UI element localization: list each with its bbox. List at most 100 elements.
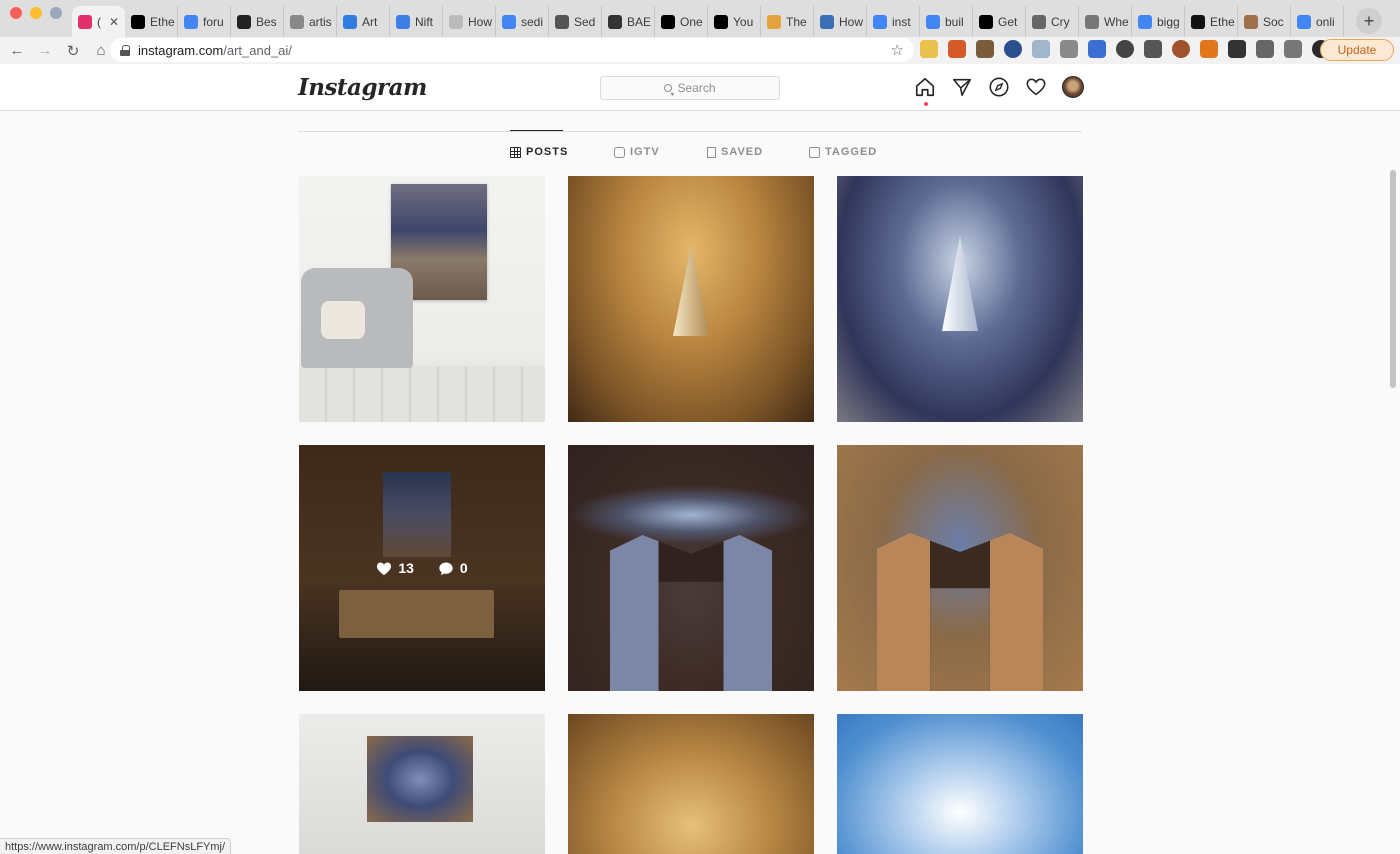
extension-icon[interactable] xyxy=(948,40,966,58)
activity-heart-icon[interactable] xyxy=(1025,76,1047,98)
browser-tab[interactable]: How xyxy=(814,6,867,37)
reload-icon[interactable]: ↻ xyxy=(62,42,84,60)
browser-tab-label: buil xyxy=(945,14,964,29)
browser-tab[interactable]: artis xyxy=(284,6,337,37)
extension-icon[interactable] xyxy=(920,40,938,58)
post-thumbnail[interactable] xyxy=(568,176,814,422)
minimize-window-button[interactable] xyxy=(30,6,42,19)
browser-tab[interactable]: Cry xyxy=(1026,6,1079,37)
close-window-button[interactable] xyxy=(10,6,22,19)
browser-tab[interactable]: sedi xyxy=(496,6,549,37)
browser-tab[interactable]: Whe xyxy=(1079,6,1132,37)
extension-icon[interactable] xyxy=(1172,40,1190,58)
extension-icons xyxy=(920,40,1330,58)
notification-dot xyxy=(924,102,928,106)
search-input[interactable]: Search xyxy=(600,76,780,100)
browser-tab-label: How xyxy=(839,14,864,29)
tab-saved[interactable]: SAVED xyxy=(707,146,763,158)
browser-tab[interactable]: Bes xyxy=(231,6,284,37)
metamask-icon[interactable] xyxy=(1200,40,1218,58)
address-bar[interactable]: instagram.com/art_and_ai/ ☆ xyxy=(110,38,914,62)
tab-saved-label: SAVED xyxy=(721,146,764,158)
comment-bubble-icon xyxy=(439,562,453,575)
post-thumbnail[interactable] xyxy=(568,714,814,854)
tab-close-icon[interactable]: ✕ xyxy=(109,15,119,29)
instagram-logo[interactable]: Instagram xyxy=(298,74,427,101)
forward-icon[interactable]: → xyxy=(34,42,56,59)
post-thumbnail[interactable] xyxy=(837,176,1083,422)
extension-icon[interactable] xyxy=(1116,40,1134,58)
browser-tab[interactable]: How xyxy=(443,6,496,37)
browser-tab[interactable]: The xyxy=(761,6,814,37)
tab-igtv-label: IGTV xyxy=(630,146,660,158)
bookmark-icon xyxy=(707,146,716,158)
profile-avatar[interactable] xyxy=(1062,76,1084,98)
home-icon[interactable]: ⌂ xyxy=(90,42,112,59)
extension-icon[interactable] xyxy=(1088,40,1106,58)
post-thumbnail[interactable]: 13 0 xyxy=(299,445,545,691)
browser-tab[interactable]: Get xyxy=(973,6,1026,37)
cushion-image xyxy=(321,301,365,339)
browser-tab[interactable]: Ethe xyxy=(1185,6,1238,37)
direct-message-icon[interactable] xyxy=(951,76,973,98)
tab-favicon-icon xyxy=(1085,14,1099,29)
browser-tab-label: Art xyxy=(362,14,378,29)
browser-tab[interactable]: One xyxy=(655,6,708,37)
back-icon[interactable]: ← xyxy=(6,42,28,59)
url-host: instagram.com xyxy=(138,42,224,58)
building-image xyxy=(610,535,772,691)
browser-tab-label: inst xyxy=(892,14,911,29)
browser-tab[interactable]: You xyxy=(708,6,761,37)
bookmark-star-icon[interactable]: ☆ xyxy=(891,41,904,59)
tab-tagged[interactable]: TAGGED xyxy=(809,146,877,158)
extension-icon[interactable] xyxy=(1144,40,1162,58)
extension-icon[interactable] xyxy=(1060,40,1078,58)
browser-tab[interactable]: onli xyxy=(1291,6,1344,37)
post-thumbnail[interactable] xyxy=(568,445,814,691)
browser-tab[interactable]: Soc xyxy=(1238,6,1291,37)
new-tab-button[interactable]: + xyxy=(1356,8,1382,34)
tab-posts[interactable]: POSTS xyxy=(510,146,568,158)
browser-tab[interactable]: Ethe xyxy=(125,6,178,37)
tab-posts-label: POSTS xyxy=(526,146,569,158)
tab-favicon-icon xyxy=(184,14,198,29)
browser-tab[interactable]: buil xyxy=(920,6,973,37)
framed-artwork-image xyxy=(367,736,473,822)
browser-tab[interactable]: inst xyxy=(867,6,920,37)
post-thumbnail[interactable] xyxy=(837,714,1083,854)
tagged-person-icon xyxy=(809,146,820,158)
floor-image xyxy=(299,366,545,422)
browser-tab[interactable]: BAE xyxy=(602,6,655,37)
maximize-window-button[interactable] xyxy=(50,6,62,19)
extensions-puzzle-icon[interactable] xyxy=(1256,40,1274,58)
browser-tab-label: You xyxy=(733,14,754,29)
window-controls xyxy=(0,0,72,37)
hover-stats-overlay: 13 0 xyxy=(299,445,545,691)
browser-tab[interactable]: Nift xyxy=(390,6,443,37)
tab-favicon-icon xyxy=(873,14,887,29)
tab-favicon-icon xyxy=(1244,14,1258,29)
lock-icon[interactable] xyxy=(120,44,130,56)
search-placeholder: Search xyxy=(677,81,716,95)
post-thumbnail[interactable] xyxy=(299,176,545,422)
explore-compass-icon[interactable] xyxy=(988,76,1010,98)
page-scrollbar[interactable] xyxy=(1390,170,1396,388)
media-control-icon[interactable] xyxy=(1284,40,1302,58)
tab-favicon-icon xyxy=(1138,14,1152,29)
browser-tab[interactable]: bigg xyxy=(1132,6,1185,37)
artwork-image xyxy=(568,485,814,545)
browser-tab[interactable]: Sed xyxy=(549,6,602,37)
extension-icon[interactable] xyxy=(1228,40,1246,58)
extension-icon[interactable] xyxy=(1032,40,1050,58)
post-thumbnail[interactable] xyxy=(299,714,545,854)
post-thumbnail[interactable] xyxy=(837,445,1083,691)
tab-igtv[interactable]: IGTV xyxy=(614,146,660,158)
extension-icon[interactable] xyxy=(976,40,994,58)
home-nav-icon[interactable] xyxy=(914,76,936,106)
update-button[interactable]: Update xyxy=(1320,39,1394,61)
extension-icon[interactable] xyxy=(1004,40,1022,58)
tab-favicon-icon xyxy=(1032,14,1046,29)
browser-tab[interactable]: (✕ xyxy=(72,6,125,37)
browser-tab[interactable]: Art xyxy=(337,6,390,37)
browser-tab[interactable]: foru xyxy=(178,6,231,37)
